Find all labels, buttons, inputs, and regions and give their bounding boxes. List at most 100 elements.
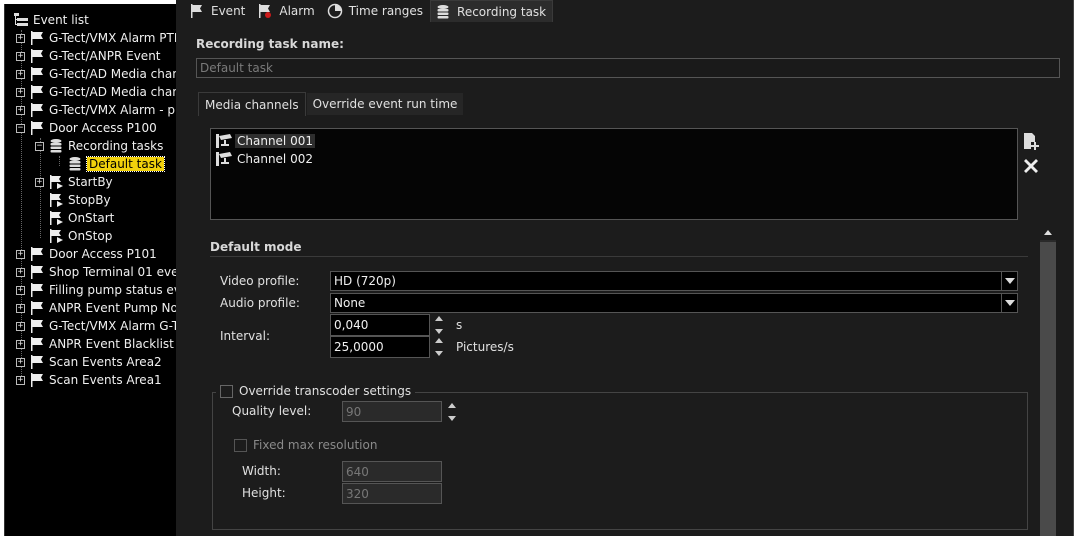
arrow-up-icon[interactable] bbox=[448, 403, 456, 408]
scroll-thumb[interactable] bbox=[1040, 242, 1056, 536]
flag-icon bbox=[48, 210, 64, 226]
expand-icon[interactable]: + bbox=[16, 304, 25, 313]
flag-icon bbox=[48, 192, 64, 208]
tab-event-label: Event bbox=[211, 4, 246, 18]
tree-item[interactable]: + Door Access P101 bbox=[16, 245, 157, 263]
interval-seconds-stepper[interactable] bbox=[432, 314, 446, 336]
default-mode-title: Default mode bbox=[210, 240, 302, 254]
tree-item[interactable]: + ANPR Event Pump No 1 bbox=[16, 299, 176, 317]
override-transcoder-checkbox[interactable] bbox=[220, 384, 233, 398]
tree-item[interactable]: + G-Tect/VMX Alarm PTH bbox=[16, 29, 176, 47]
flag-icon bbox=[29, 372, 45, 388]
scroll-up-button[interactable] bbox=[1040, 224, 1056, 240]
tree-item[interactable]: + G-Tect/AD Media chan bbox=[16, 65, 176, 83]
tree-item[interactable]: + G-Tect/VMX Alarm - pr bbox=[16, 101, 176, 119]
add-channel-button[interactable] bbox=[1020, 130, 1042, 152]
channel-label: Channel 002 bbox=[237, 152, 313, 166]
tab-media-channels[interactable]: Media channels bbox=[198, 92, 306, 116]
tree-item[interactable]: + Filling pump status eve bbox=[16, 281, 176, 299]
expand-icon[interactable]: + bbox=[16, 106, 25, 115]
expand-icon[interactable]: + bbox=[16, 358, 25, 367]
arrow-down-icon[interactable] bbox=[448, 416, 456, 421]
width-input[interactable]: 640 bbox=[342, 461, 442, 482]
arrow-down-icon[interactable] bbox=[435, 329, 443, 334]
channel-item[interactable]: Channel 001 bbox=[215, 132, 315, 150]
tree-item[interactable]: + G-Tect/AD Media chan bbox=[16, 83, 176, 101]
tree-item[interactable]: + Scan Events Area2 bbox=[16, 353, 162, 371]
expand-icon[interactable]: + bbox=[16, 268, 25, 277]
channel-item[interactable]: Channel 002 bbox=[215, 150, 315, 168]
tab-alarm[interactable]: Alarm bbox=[252, 0, 322, 22]
arrow-down-icon[interactable] bbox=[435, 351, 443, 356]
expand-icon[interactable]: + bbox=[16, 286, 25, 295]
top-tab-bar: Event Alarm Time ranges Recording task bbox=[184, 0, 554, 22]
fixed-max-resolution-checkbox[interactable] bbox=[234, 438, 247, 452]
tree-item[interactable]: OnStop bbox=[48, 227, 112, 245]
event-tree[interactable]: Event list + G-Tect/VMX Alarm PTH + G-Tect/… bbox=[4, 4, 176, 536]
flag-icon bbox=[29, 354, 45, 370]
expand-icon[interactable]: + bbox=[16, 34, 25, 43]
flag-icon bbox=[29, 264, 45, 280]
collapse-icon[interactable]: − bbox=[16, 124, 25, 133]
tree-item[interactable]: Default task bbox=[67, 155, 165, 173]
tree-item[interactable]: − Recording tasks bbox=[35, 137, 164, 155]
task-name-value: Default task bbox=[200, 61, 273, 75]
quality-level-input[interactable]: 90 bbox=[342, 401, 442, 422]
flag-icon bbox=[29, 318, 45, 334]
remove-channel-button[interactable] bbox=[1020, 155, 1042, 177]
tree-item-label: StartBy bbox=[68, 175, 113, 189]
tab-override-run-time[interactable]: Override event run time bbox=[305, 92, 465, 116]
collapse-icon[interactable]: − bbox=[35, 142, 44, 151]
expand-icon[interactable]: + bbox=[16, 88, 25, 97]
clock-icon bbox=[327, 3, 342, 19]
tree-item[interactable]: + G-Tect/ANPR Event bbox=[16, 47, 161, 65]
recording-task-panel: Event Alarm Time ranges Recording task R… bbox=[176, 0, 1074, 536]
vertical-scrollbar[interactable] bbox=[1040, 224, 1056, 536]
flag-icon bbox=[29, 300, 45, 316]
tree-root-label: Event list bbox=[33, 13, 89, 27]
interval-pictures-stepper[interactable] bbox=[432, 336, 446, 358]
interval-pictures-input[interactable]: 25,0000 bbox=[330, 336, 430, 358]
height-value: 320 bbox=[346, 486, 369, 501]
expand-icon[interactable]: + bbox=[16, 322, 25, 331]
audio-profile-select[interactable]: None bbox=[330, 293, 1018, 313]
expand-icon[interactable]: + bbox=[16, 340, 25, 349]
expand-icon[interactable]: + bbox=[16, 70, 25, 79]
tree-item[interactable]: + Shop Terminal 01 event bbox=[16, 263, 176, 281]
tree-item[interactable]: + G-Tect/VMX Alarm G-T bbox=[16, 317, 176, 335]
tree-item[interactable]: StopBy bbox=[48, 191, 111, 209]
tree-item[interactable]: + Scan Events Area1 bbox=[16, 371, 162, 389]
expand-icon[interactable]: + bbox=[35, 178, 44, 187]
interval-seconds-input[interactable]: 0,040 bbox=[330, 314, 430, 336]
video-profile-label: Video profile: bbox=[220, 274, 300, 288]
task-name-input[interactable]: Default task bbox=[196, 58, 1060, 78]
media-channels-list[interactable]: Channel 001 Channel 002 bbox=[210, 128, 1018, 220]
tab-time-ranges[interactable]: Time ranges bbox=[321, 0, 431, 22]
expand-icon[interactable]: + bbox=[16, 376, 25, 385]
tree-item[interactable]: − Door Access P100 bbox=[16, 119, 157, 137]
arrow-up-icon[interactable] bbox=[435, 338, 443, 343]
fixed-max-resolution-row[interactable]: Fixed max resolution bbox=[234, 438, 377, 452]
quality-level-stepper[interactable] bbox=[445, 401, 459, 423]
quality-level-label: Quality level: bbox=[232, 404, 312, 418]
tab-event[interactable]: Event bbox=[184, 0, 253, 22]
tree-item-label: Recording tasks bbox=[68, 139, 164, 153]
tree-item[interactable]: + ANPR Event Blacklist bbox=[16, 335, 174, 353]
audio-profile-label: Audio profile: bbox=[220, 296, 300, 310]
tree-item[interactable]: + StartBy bbox=[35, 173, 113, 191]
override-transcoder-row[interactable]: Override transcoder settings bbox=[216, 382, 416, 400]
expand-icon[interactable]: + bbox=[16, 250, 25, 259]
tree-root[interactable]: Event list bbox=[13, 11, 89, 29]
arrow-up-icon[interactable] bbox=[435, 316, 443, 321]
chevron-down-icon[interactable] bbox=[1001, 272, 1017, 290]
height-input[interactable]: 320 bbox=[342, 483, 442, 504]
torn-edge bbox=[0, 536, 1080, 546]
video-profile-select[interactable]: HD (720p) bbox=[330, 271, 1018, 291]
tab-recording-task[interactable]: Recording task bbox=[430, 0, 554, 22]
arrow-up-icon bbox=[1044, 229, 1052, 235]
expand-icon[interactable]: + bbox=[16, 52, 25, 61]
camera-icon bbox=[216, 134, 232, 148]
tree-item[interactable]: OnStart bbox=[48, 209, 114, 227]
task-name-label: Recording task name: bbox=[196, 37, 344, 51]
chevron-down-icon[interactable] bbox=[1001, 294, 1017, 312]
